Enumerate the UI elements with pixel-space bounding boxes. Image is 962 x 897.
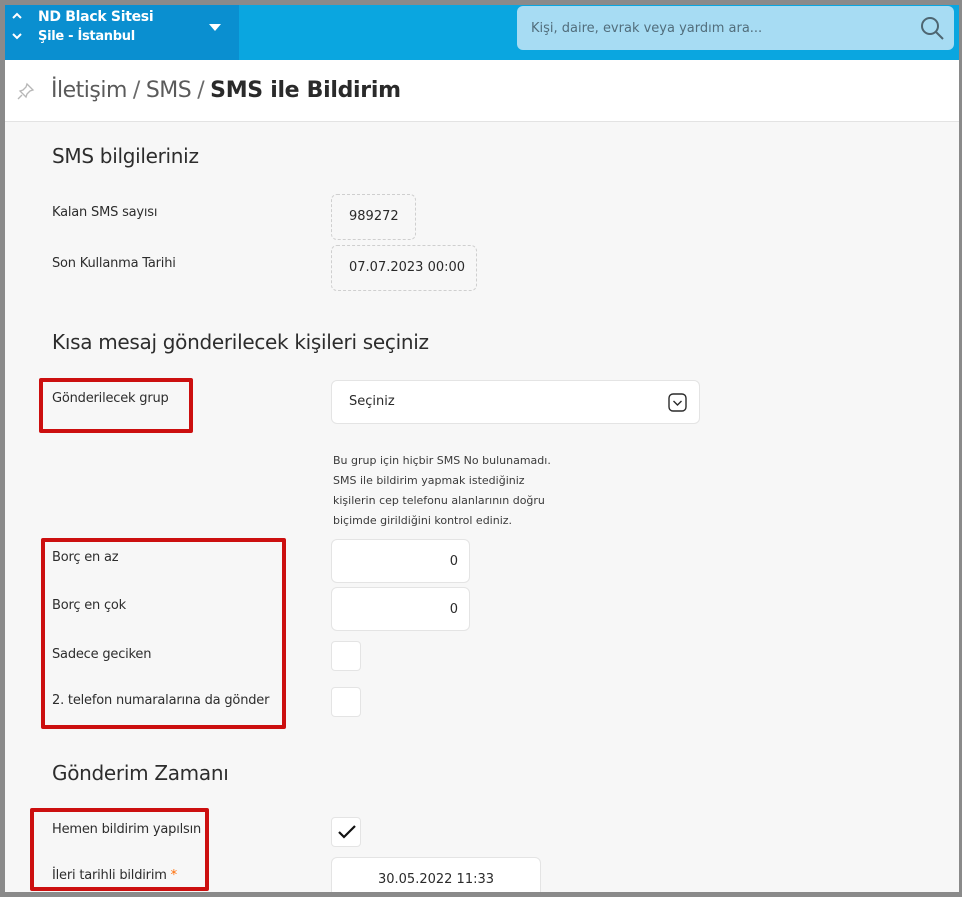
late-only-checkbox[interactable] (331, 641, 361, 671)
chevron-up-icon[interactable] (11, 10, 23, 24)
expiry-date-label: Son Kullanma Tarihi (52, 256, 176, 271)
immediate-checkbox[interactable] (331, 817, 361, 847)
debt-min-input[interactable] (331, 539, 470, 583)
sms-info-title: SMS bilgileriniz (52, 144, 199, 168)
breadcrumb-separator: / (132, 78, 140, 103)
future-label: İleri tarihli bildirim * (52, 868, 177, 883)
second-phone-checkbox[interactable] (331, 687, 361, 717)
no-sms-help-text: Bu grup için hiçbir SMS No bulunamadı. S… (333, 451, 593, 531)
search-box[interactable] (517, 6, 954, 50)
site-location: Şile - İstanbul (38, 29, 135, 44)
chevron-down-icon[interactable] (11, 30, 23, 44)
top-bar: ND Black Sitesi Şile - İstanbul (5, 5, 959, 63)
site-name: ND Black Sitesi (38, 9, 154, 25)
chevron-down-icon (668, 393, 687, 412)
breadcrumb: İletişim / SMS / SMS ile Bildirim (51, 78, 401, 103)
late-only-label: Sadece geciken (52, 647, 152, 662)
future-label-text: İleri tarihli bildirim (52, 868, 167, 883)
remaining-sms-label: Kalan SMS sayısı (52, 205, 158, 220)
pin-icon[interactable] (17, 82, 35, 100)
group-label: Gönderilecek grup (52, 391, 169, 406)
future-date-input[interactable] (331, 857, 541, 892)
immediate-label: Hemen bildirim yapılsın (52, 822, 202, 837)
group-select-value: Seçiniz (349, 394, 395, 409)
site-switcher[interactable]: ND Black Sitesi Şile - İstanbul (5, 5, 239, 60)
breadcrumb-bar: İletişim / SMS / SMS ile Bildirim (5, 60, 959, 122)
expiry-date-value: 07.07.2023 00:00 (331, 245, 477, 291)
page-title: SMS ile Bildirim (210, 78, 401, 103)
search-icon[interactable] (919, 15, 945, 41)
breadcrumb-separator: / (197, 78, 205, 103)
breadcrumb-item-iletisim[interactable]: İletişim (51, 78, 127, 103)
breadcrumb-item-sms[interactable]: SMS (146, 78, 192, 103)
debt-min-label: Borç en az (52, 550, 119, 565)
search-input[interactable] (531, 6, 901, 50)
checkmark-icon (338, 825, 356, 839)
help-line: biçimde girildiğini kontrol ediniz. (333, 514, 513, 527)
required-mark: * (170, 868, 178, 883)
dropdown-arrow-icon[interactable] (209, 24, 221, 31)
debt-max-input[interactable] (331, 587, 470, 631)
group-select[interactable]: Seçiniz (331, 380, 700, 424)
help-line: kişilerin cep telefonu alanlarının doğru (333, 494, 545, 507)
app-window: ND Black Sitesi Şile - İstanbul İletişim… (0, 0, 962, 897)
debt-max-label: Borç en çok (52, 598, 127, 613)
recipients-title: Kısa mesaj gönderilecek kişileri seçiniz (52, 330, 429, 354)
schedule-title: Gönderim Zamanı (52, 761, 229, 785)
second-phone-label: 2. telefon numaralarına da gönder (52, 693, 270, 708)
help-line: SMS ile bildirim yapmak istediğiniz (333, 474, 525, 487)
remaining-sms-value: 989272 (331, 194, 416, 240)
help-line: Bu grup için hiçbir SMS No bulunamadı. (333, 454, 551, 467)
